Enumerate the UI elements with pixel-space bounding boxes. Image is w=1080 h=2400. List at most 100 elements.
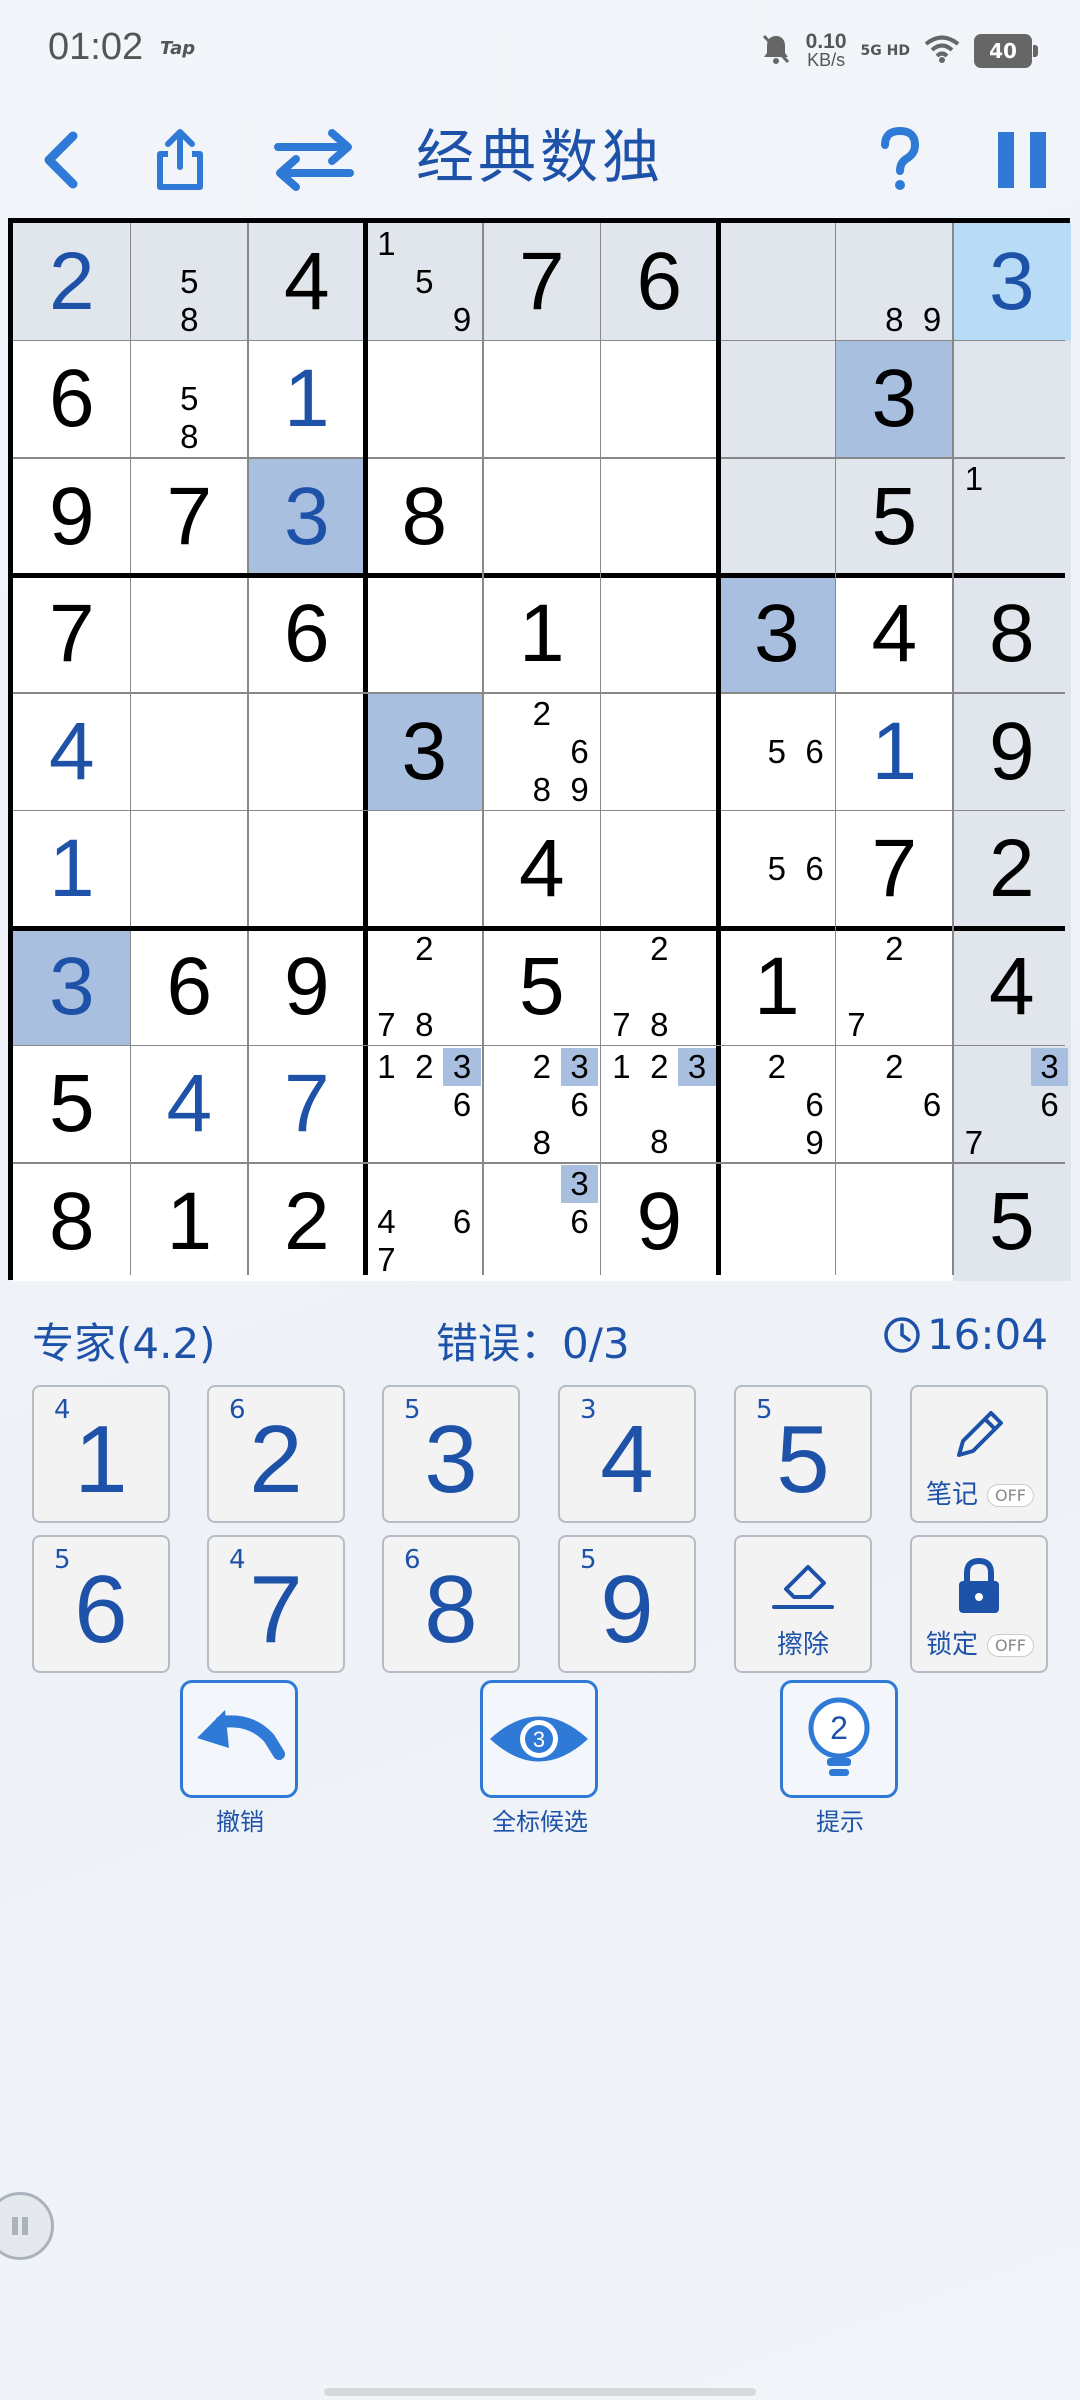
sudoku-cell-r4c1[interactable]: 7: [13, 575, 131, 693]
sudoku-cell-r6c5[interactable]: 4: [483, 810, 601, 928]
sudoku-cell-r5c5[interactable]: 2689: [483, 693, 601, 811]
sudoku-cell-r6c1[interactable]: 1: [13, 810, 131, 928]
sudoku-cell-r8c7[interactable]: 269: [718, 1045, 836, 1163]
sudoku-cell-r7c3[interactable]: 9: [248, 928, 366, 1046]
sudoku-cell-r2c9[interactable]: [953, 340, 1071, 458]
sudoku-cell-r7c9[interactable]: 4: [953, 928, 1071, 1046]
notes-button[interactable]: 笔记 OFF: [910, 1385, 1048, 1523]
sudoku-cell-r5c7[interactable]: 56: [718, 693, 836, 811]
sudoku-cell-r4c6[interactable]: [600, 575, 718, 693]
number-key-7[interactable]: 47: [207, 1535, 345, 1673]
number-key-8[interactable]: 68: [382, 1535, 520, 1673]
back-button[interactable]: [20, 100, 100, 220]
sudoku-cell-r9c3[interactable]: 2: [248, 1163, 366, 1281]
sudoku-cell-r6c8[interactable]: 7: [835, 810, 953, 928]
sudoku-cell-r1c2[interactable]: 58: [130, 223, 248, 341]
sudoku-cell-r3c2[interactable]: 7: [130, 458, 248, 576]
sudoku-cell-r6c3[interactable]: [248, 810, 366, 928]
sudoku-cell-r3c9[interactable]: 1: [953, 458, 1071, 576]
sudoku-cell-r7c7[interactable]: 1: [718, 928, 836, 1046]
sudoku-cell-r9c1[interactable]: 8: [13, 1163, 131, 1281]
sudoku-cell-r1c8[interactable]: 89: [835, 223, 953, 341]
sudoku-cell-r5c9[interactable]: 9: [953, 693, 1071, 811]
number-key-5[interactable]: 55: [734, 1385, 872, 1523]
switch-mode-button[interactable]: [266, 100, 362, 220]
sudoku-cell-r8c5[interactable]: 2368: [483, 1045, 601, 1163]
sudoku-cell-r2c6[interactable]: [600, 340, 718, 458]
sudoku-cell-r4c4[interactable]: [365, 575, 483, 693]
sudoku-cell-r1c6[interactable]: 6: [600, 223, 718, 341]
sudoku-cell-r1c1[interactable]: 2: [13, 223, 131, 341]
sudoku-cell-r7c8[interactable]: 27: [835, 928, 953, 1046]
sudoku-cell-r3c8[interactable]: 5: [835, 458, 953, 576]
sudoku-cell-r2c5[interactable]: [483, 340, 601, 458]
sudoku-cell-r3c4[interactable]: 8: [365, 458, 483, 576]
sudoku-cell-r3c5[interactable]: [483, 458, 601, 576]
sudoku-cell-r9c7[interactable]: [718, 1163, 836, 1281]
sudoku-cell-r8c1[interactable]: 5: [13, 1045, 131, 1163]
number-key-3[interactable]: 53: [382, 1385, 520, 1523]
sudoku-cell-r5c1[interactable]: 4: [13, 693, 131, 811]
lock-button[interactable]: 锁定 OFF: [910, 1535, 1048, 1673]
sudoku-cell-r1c4[interactable]: 159: [365, 223, 483, 341]
sudoku-cell-r2c7[interactable]: [718, 340, 836, 458]
sudoku-cell-r5c3[interactable]: [248, 693, 366, 811]
share-button[interactable]: [140, 100, 220, 220]
sudoku-cell-r4c7[interactable]: 3: [718, 575, 836, 693]
sudoku-cell-r4c5[interactable]: 1: [483, 575, 601, 693]
sudoku-cell-r2c8[interactable]: 3: [835, 340, 953, 458]
sudoku-cell-r7c2[interactable]: 6: [130, 928, 248, 1046]
sudoku-cell-r3c7[interactable]: [718, 458, 836, 576]
pause-button[interactable]: [982, 100, 1062, 220]
sudoku-cell-r9c6[interactable]: 9: [600, 1163, 718, 1281]
sudoku-cell-r6c7[interactable]: 56: [718, 810, 836, 928]
sudoku-cell-r9c2[interactable]: 1: [130, 1163, 248, 1281]
sudoku-cell-r6c6[interactable]: [600, 810, 718, 928]
number-key-1[interactable]: 41: [32, 1385, 170, 1523]
sudoku-cell-r3c1[interactable]: 9: [13, 458, 131, 576]
mark-all-candidates-button[interactable]: 3 全标候选: [480, 1680, 600, 1837]
floating-assistant-button[interactable]: [0, 2192, 54, 2260]
sudoku-cell-r2c3[interactable]: 1: [248, 340, 366, 458]
sudoku-cell-r4c2[interactable]: [130, 575, 248, 693]
sudoku-cell-r5c6[interactable]: [600, 693, 718, 811]
number-key-9[interactable]: 59: [558, 1535, 696, 1673]
sudoku-cell-r7c1[interactable]: 3: [13, 928, 131, 1046]
sudoku-cell-r6c4[interactable]: [365, 810, 483, 928]
sudoku-cell-r9c8[interactable]: [835, 1163, 953, 1281]
sudoku-cell-r9c9[interactable]: 5: [953, 1163, 1071, 1281]
sudoku-cell-r2c1[interactable]: 6: [13, 340, 131, 458]
sudoku-cell-r1c9[interactable]: 3: [953, 223, 1071, 341]
sudoku-cell-r8c3[interactable]: 7: [248, 1045, 366, 1163]
sudoku-cell-r8c8[interactable]: 26: [835, 1045, 953, 1163]
sudoku-cell-r3c3[interactable]: 3: [248, 458, 366, 576]
home-indicator[interactable]: [324, 2388, 756, 2396]
sudoku-cell-r5c8[interactable]: 1: [835, 693, 953, 811]
sudoku-cell-r1c3[interactable]: 4: [248, 223, 366, 341]
sudoku-cell-r2c2[interactable]: 58: [130, 340, 248, 458]
sudoku-cell-r8c9[interactable]: 36 7: [953, 1045, 1071, 1163]
sudoku-cell-r9c5[interactable]: 36: [483, 1163, 601, 1281]
undo-button[interactable]: 撤销: [180, 1680, 300, 1837]
sudoku-cell-r5c4[interactable]: 3: [365, 693, 483, 811]
number-key-2[interactable]: 62: [207, 1385, 345, 1523]
sudoku-cell-r8c6[interactable]: 1238: [600, 1045, 718, 1163]
sudoku-cell-r8c2[interactable]: 4: [130, 1045, 248, 1163]
sudoku-cell-r9c4[interactable]: 4 6 7: [365, 1163, 483, 1281]
sudoku-cell-r7c4[interactable]: 2 78: [365, 928, 483, 1046]
sudoku-cell-r4c9[interactable]: 8: [953, 575, 1071, 693]
sudoku-cell-r2c4[interactable]: [365, 340, 483, 458]
sudoku-cell-r3c6[interactable]: [600, 458, 718, 576]
sudoku-cell-r5c2[interactable]: [130, 693, 248, 811]
sudoku-cell-r4c3[interactable]: 6: [248, 575, 366, 693]
number-key-4[interactable]: 34: [558, 1385, 696, 1523]
sudoku-cell-r4c8[interactable]: 4: [835, 575, 953, 693]
sudoku-cell-r7c6[interactable]: 2 78: [600, 928, 718, 1046]
sudoku-cell-r7c5[interactable]: 5: [483, 928, 601, 1046]
hint-button[interactable]: 2 提示: [780, 1680, 900, 1837]
sudoku-cell-r1c5[interactable]: 7: [483, 223, 601, 341]
number-key-6[interactable]: 56: [32, 1535, 170, 1673]
sudoku-cell-r6c2[interactable]: [130, 810, 248, 928]
sudoku-cell-r6c9[interactable]: 2: [953, 810, 1071, 928]
sudoku-cell-r8c4[interactable]: 1236: [365, 1045, 483, 1163]
